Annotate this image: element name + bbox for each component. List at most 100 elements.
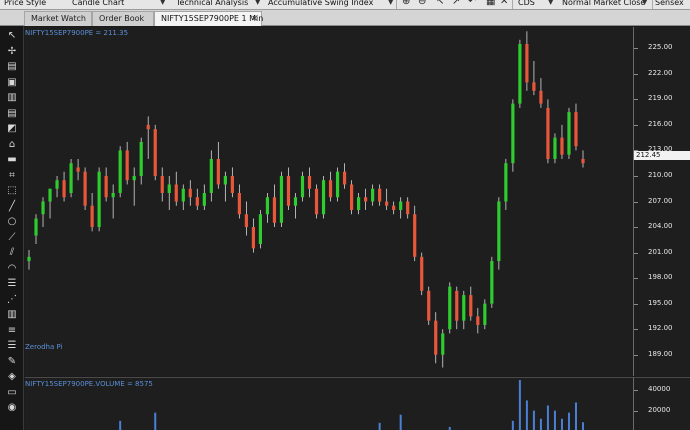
trendline-icon[interactable]: ⟋ [6, 232, 18, 244]
candle-up[interactable] [167, 184, 171, 193]
candle-up[interactable] [321, 180, 326, 215]
candle-up[interactable] [111, 192, 115, 198]
candle-down[interactable] [188, 188, 192, 198]
tab-market-watch[interactable]: Market Watch [24, 11, 92, 26]
fibonacci-icon[interactable]: ☰ [6, 278, 18, 290]
eye-icon[interactable]: ◉ [6, 402, 18, 414]
candle-up[interactable] [462, 295, 466, 321]
volume-axis[interactable]: 40000 20000 [633, 377, 690, 430]
candle-up[interactable] [335, 171, 340, 198]
candle-down[interactable] [146, 124, 150, 130]
candle-down[interactable] [62, 180, 66, 198]
scroll-left-icon[interactable]: ↖ [436, 0, 444, 8]
scroll-right-icon[interactable]: ↗ [452, 0, 460, 8]
candle-up[interactable] [48, 188, 52, 202]
select-icon[interactable]: ⬚ [6, 185, 18, 197]
price-chart-pane[interactable]: NIFTY15SEP7900PE = 211.35 Zerodha Pi [25, 27, 633, 376]
candle-down[interactable] [364, 197, 368, 202]
chevron-down-icon[interactable]: ▼ [388, 0, 393, 6]
chevron-down-icon[interactable]: ▼ [255, 0, 260, 6]
zoom-in-icon[interactable]: ⊕ [402, 0, 410, 8]
floppy-icon[interactable]: ▣ [6, 77, 18, 89]
candle-up[interactable] [497, 201, 501, 262]
cursor-icon[interactable]: ↖ [6, 30, 18, 42]
candle-up[interactable] [518, 44, 522, 104]
candle-down[interactable] [216, 158, 220, 185]
candle-up[interactable] [41, 201, 45, 215]
chevron-down-icon[interactable]: ▼ [548, 0, 553, 6]
book-icon[interactable]: ▤ [6, 108, 18, 120]
tab-chart[interactable]: NIFTY15SEP7900PE 1 Min ✕ [154, 11, 263, 26]
sensex-select[interactable]: Sensex [655, 0, 684, 9]
candle-down[interactable] [546, 107, 550, 159]
candle-down[interactable] [574, 112, 578, 147]
candle-up[interactable] [300, 175, 305, 198]
candle-up[interactable] [223, 175, 227, 185]
candle-down[interactable] [76, 167, 80, 172]
chevron-down-icon[interactable]: ▼ [642, 0, 647, 6]
rectangle-icon[interactable]: ▬ [6, 154, 18, 166]
arc-icon[interactable]: ◠ [6, 263, 18, 275]
candle-up[interactable] [132, 175, 136, 181]
candle-up[interactable] [441, 333, 445, 355]
candle-down[interactable] [90, 205, 94, 228]
candle-up[interactable] [265, 197, 270, 215]
candle-up[interactable] [293, 197, 298, 206]
candle-down[interactable] [427, 290, 431, 321]
volume-chart-pane[interactable]: NIFTY15SEP7900PE.VOLUME = 8575 [25, 377, 633, 430]
exchange-select[interactable]: CDS [518, 0, 535, 9]
candle-up[interactable] [209, 158, 213, 193]
brackets-icon[interactable]: ⌗ [6, 170, 18, 182]
chart-icon[interactable]: ▥ [6, 92, 18, 104]
undo-icon[interactable]: ↶ [468, 0, 476, 8]
lines-icon[interactable]: ≡ [6, 325, 18, 337]
chevron-down-icon[interactable]: ▼ [160, 0, 165, 6]
candle-up[interactable] [55, 180, 59, 189]
bars-icon[interactable]: ▥ [6, 309, 18, 321]
candle-down[interactable] [532, 82, 536, 91]
candle-down[interactable] [385, 201, 389, 206]
candle-down[interactable] [174, 184, 178, 202]
technical-analysis-menu[interactable]: Technical Analysis [176, 0, 248, 9]
crosshair-icon[interactable]: ✢ [6, 46, 18, 58]
candle-up[interactable] [490, 261, 494, 304]
candle-down[interactable] [244, 214, 248, 228]
candle-down[interactable] [420, 256, 424, 291]
candle-down[interactable] [195, 197, 199, 206]
indicator-select[interactable]: Accumulative Swing Index [268, 0, 373, 9]
fan-icon[interactable]: ⋰ [6, 294, 18, 306]
candle-up[interactable] [504, 163, 508, 202]
candle-up[interactable] [202, 192, 206, 206]
candle-up[interactable] [27, 256, 31, 262]
candle-up[interactable] [448, 286, 452, 330]
candle-up[interactable] [69, 163, 73, 193]
pencil-icon[interactable]: ✎ [6, 356, 18, 368]
ellipse-icon[interactable]: ○ [6, 216, 18, 228]
candle-up[interactable] [483, 303, 487, 325]
window-icon[interactable]: ▭ [6, 387, 18, 399]
candle-down[interactable] [581, 158, 585, 164]
candle-down[interactable] [125, 150, 129, 181]
candle-up[interactable] [567, 112, 571, 155]
candle-up[interactable] [139, 141, 143, 176]
price-axis[interactable]: 225.00 222.00 219.00 216.00 213.00 210.00 207.… [633, 27, 690, 376]
candle-down[interactable] [349, 184, 354, 211]
save-icon[interactable]: ▤ [6, 61, 18, 73]
candle-up[interactable] [279, 175, 284, 223]
channel-icon[interactable]: ⫽ [6, 247, 18, 259]
candle-up[interactable] [34, 218, 38, 236]
candle-up[interactable] [258, 214, 263, 245]
tab-order-book[interactable]: Order Book [92, 11, 154, 26]
candle-down[interactable] [539, 90, 543, 104]
eraser-icon[interactable]: ◩ [6, 123, 18, 135]
settings-icon[interactable]: ✕ [500, 0, 508, 8]
home-icon[interactable]: ⌂ [6, 139, 18, 151]
candle-up[interactable] [118, 150, 122, 193]
candle-down[interactable] [392, 205, 396, 211]
candle-down[interactable] [251, 227, 256, 249]
candle-down[interactable] [230, 175, 234, 193]
candle-down[interactable] [525, 44, 529, 83]
candle-down[interactable] [83, 171, 87, 206]
candle-down[interactable] [469, 295, 473, 317]
grid-icon[interactable]: ▦ [486, 0, 495, 8]
